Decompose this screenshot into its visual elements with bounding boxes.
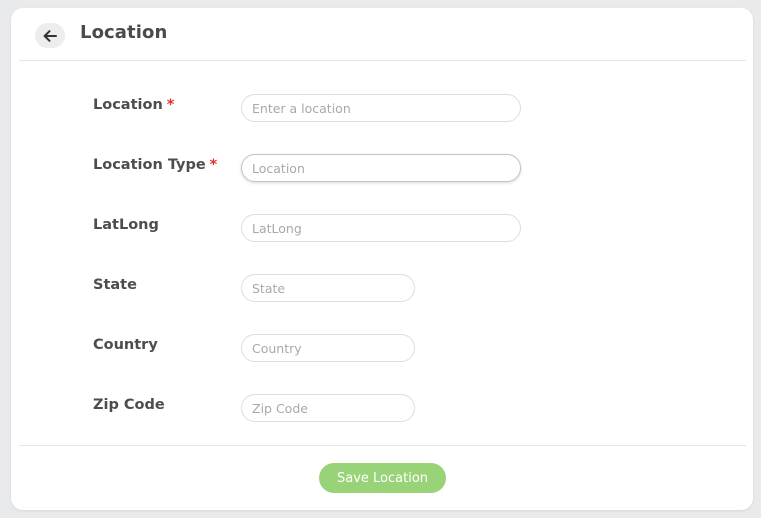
- country-label: Country: [93, 337, 158, 353]
- form-row-state: State: [11, 274, 753, 309]
- form-row-country: Country: [11, 334, 753, 369]
- latlong-label: LatLong: [93, 217, 159, 233]
- country-input[interactable]: [241, 334, 415, 362]
- back-button[interactable]: [35, 23, 65, 48]
- location-form-card: Location Location* Location Type* LatLon…: [11, 8, 753, 510]
- state-input[interactable]: [241, 274, 415, 302]
- footer-divider: [19, 445, 746, 446]
- page-title: Location: [80, 22, 168, 43]
- location-type-input[interactable]: [241, 154, 521, 182]
- location-label: Location *: [93, 97, 174, 113]
- zip-code-label: Zip Code: [93, 397, 165, 413]
- form-row-location-type: Location Type *: [11, 154, 753, 189]
- header: Location: [11, 8, 753, 61]
- form-row-zip-code: Zip Code: [11, 394, 753, 429]
- arrow-left-icon: [43, 29, 57, 42]
- location-input[interactable]: [241, 94, 521, 122]
- location-type-label: Location Type *: [93, 157, 217, 173]
- latlong-input[interactable]: [241, 214, 521, 242]
- state-label: State: [93, 277, 137, 293]
- location-type-label-text: Location Type: [93, 157, 206, 173]
- required-marker: *: [209, 157, 218, 173]
- zip-code-input[interactable]: [241, 394, 415, 422]
- form-row-latlong: LatLong: [11, 214, 753, 249]
- header-divider: [19, 60, 746, 61]
- save-location-button[interactable]: Save Location: [319, 463, 446, 493]
- location-label-text: Location: [93, 97, 163, 113]
- form-row-location: Location *: [11, 94, 753, 129]
- required-marker: *: [166, 97, 175, 113]
